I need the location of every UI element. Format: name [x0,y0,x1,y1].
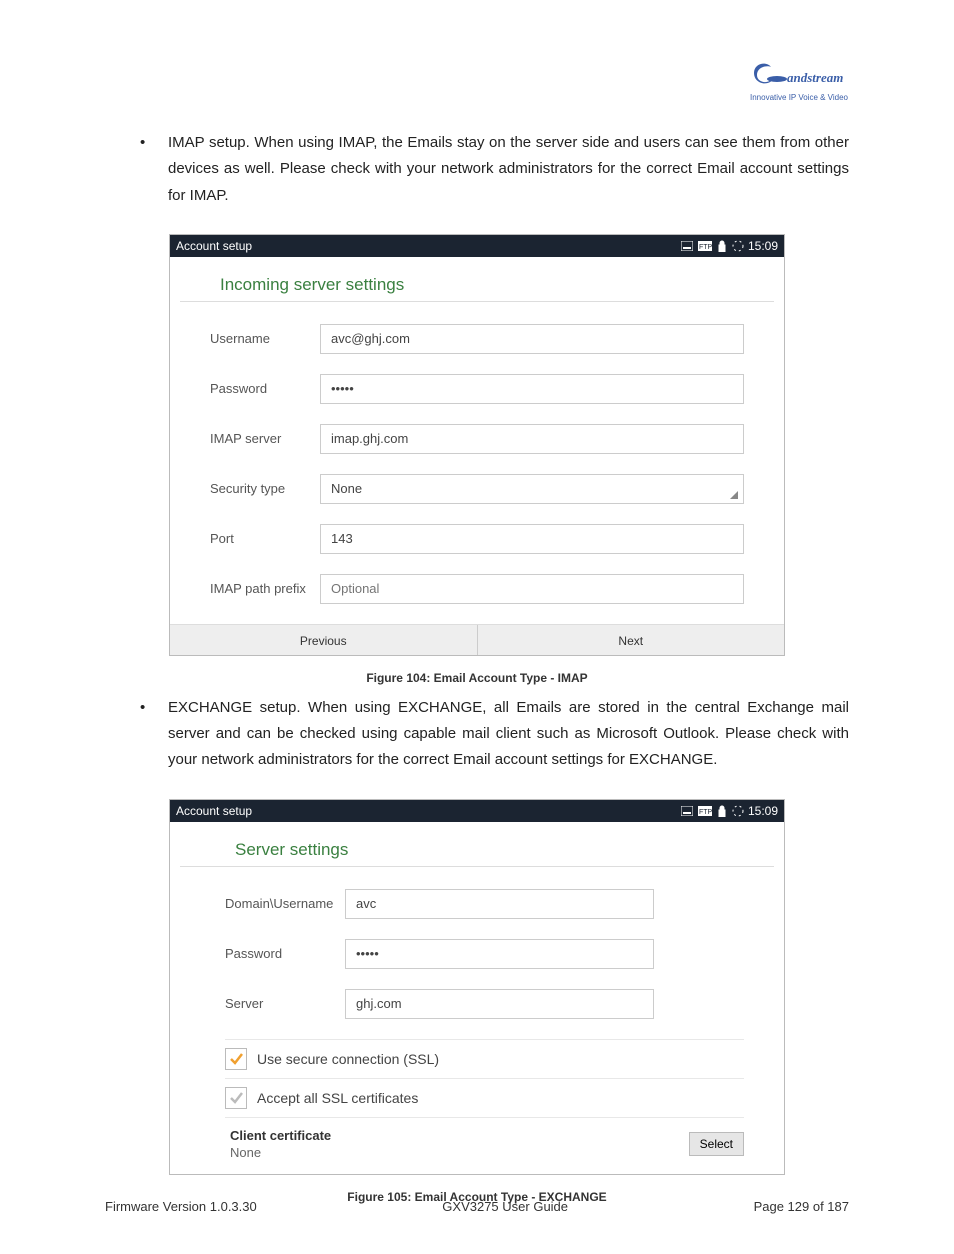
password-label: Password [225,946,345,961]
security-type-select[interactable] [320,474,744,504]
imap-description: IMAP setup. When using IMAP, the Emails … [168,130,849,209]
next-button[interactable]: Next [477,625,785,655]
domain-username-input[interactable] [345,889,654,919]
section-heading: Incoming server settings [180,257,774,302]
imap-prefix-label: IMAP path prefix [210,581,320,596]
client-cert-value: None [230,1145,689,1160]
dropdown-caret-icon [730,491,738,499]
accept-certs-label: Accept all SSL certificates [257,1090,418,1106]
port-label: Port [210,531,320,546]
bullet-icon: • [140,695,168,774]
username-input[interactable] [320,324,744,354]
imap-server-input[interactable] [320,424,744,454]
section-heading: Server settings [180,822,774,867]
server-label: Server [225,996,345,1011]
svg-text:andstream: andstream [787,70,843,85]
previous-button[interactable]: Previous [170,625,477,655]
password-label: Password [210,381,320,396]
select-cert-button[interactable]: Select [689,1132,744,1156]
exchange-description: EXCHANGE setup. When using EXCHANGE, all… [168,695,849,774]
password-input[interactable] [320,374,744,404]
port-input[interactable] [320,524,744,554]
clock-text: 15:09 [748,804,778,818]
username-label: Username [210,331,320,346]
footer-page: Page 129 of 187 [754,1199,849,1214]
bullet-icon: • [140,130,168,209]
accept-certs-checkbox[interactable] [225,1087,247,1109]
exchange-screenshot: Account setup FTP 15:09 Server settings … [169,799,785,1175]
svg-text:FTP: FTP [699,809,712,816]
ssl-checkbox[interactable] [225,1048,247,1070]
server-input[interactable] [345,989,654,1019]
security-type-label: Security type [210,481,320,496]
imap-prefix-input[interactable] [320,574,744,604]
svg-text:FTP: FTP [699,244,712,251]
figure-caption-imap: Figure 104: Email Account Type - IMAP [105,671,849,685]
client-cert-heading: Client certificate [230,1128,689,1143]
imap-screenshot: Account setup FTP 15:09 Incoming server … [169,234,785,656]
status-icons: FTP [681,240,744,252]
clock-text: 15:09 [748,239,778,253]
password-input[interactable] [345,939,654,969]
imap-server-label: IMAP server [210,431,320,446]
window-title: Account setup [176,239,252,253]
footer-doc-title: GXV3275 User Guide [442,1199,568,1214]
footer-firmware: Firmware Version 1.0.3.30 [105,1199,257,1214]
status-icons: FTP [681,805,744,817]
domain-username-label: Domain\Username [225,896,345,911]
window-title: Account setup [176,804,252,818]
brand-logo: andstream Innovative IP Voice & Video [749,55,849,102]
ssl-checkbox-label: Use secure connection (SSL) [257,1051,439,1067]
